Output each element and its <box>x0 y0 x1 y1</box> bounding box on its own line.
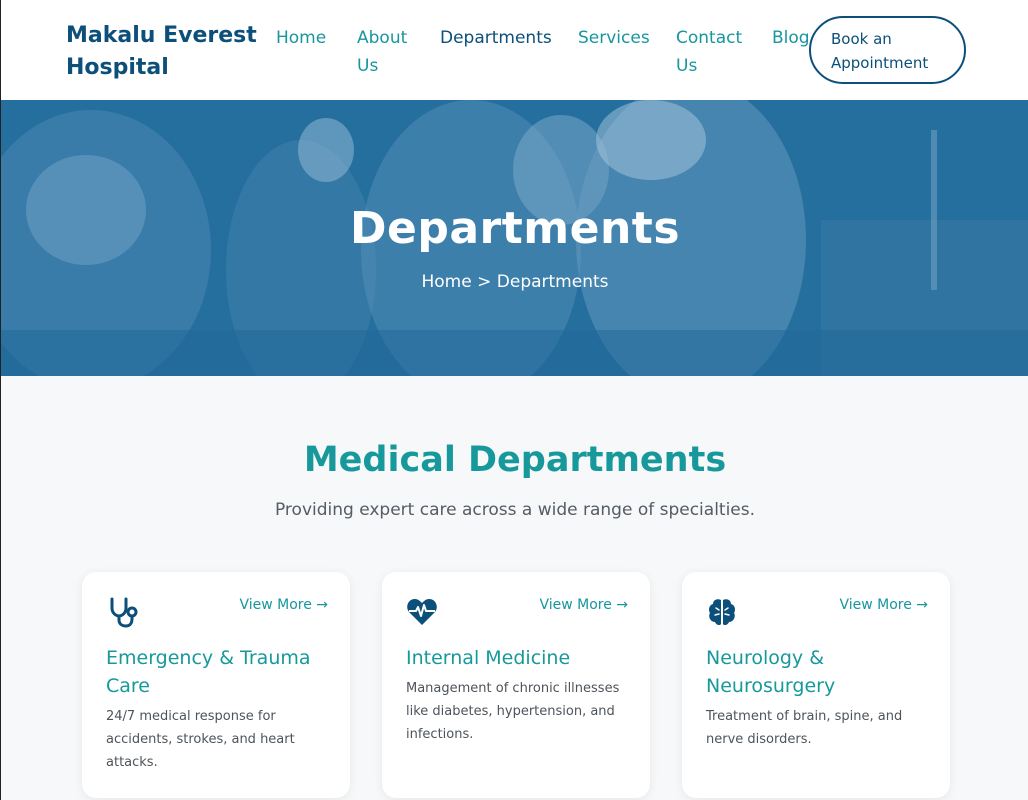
breadcrumb: Home > Departments <box>1 272 1028 292</box>
page-title: Departments <box>349 203 681 254</box>
stethoscope-icon <box>106 596 138 628</box>
view-more-link[interactable]: View More → <box>539 597 628 613</box>
department-card-internal-medicine: View More → Internal Medicine Management… <box>382 572 650 798</box>
breadcrumb-home-link[interactable]: Home <box>422 272 472 292</box>
card-description: 24/7 medical response for accidents, str… <box>106 709 295 770</box>
section-title: Medical Departments <box>303 440 727 480</box>
view-more-link[interactable]: View More → <box>839 597 928 613</box>
brain-icon <box>706 596 738 628</box>
nav-home[interactable]: Home <box>276 24 326 52</box>
hero-banner: Departments Home > Departments <box>1 100 1028 376</box>
section-subtitle: Providing expert care across a wide rang… <box>274 500 756 520</box>
breadcrumb-current: Departments <box>496 272 609 292</box>
nav-services[interactable]: Services <box>578 24 650 52</box>
card-description: Management of chronic illnesses like dia… <box>406 681 620 742</box>
book-appointment-button[interactable]: Book an Appointment <box>809 16 966 84</box>
breadcrumb-separator: > <box>477 272 492 292</box>
card-title: Internal Medicine <box>406 647 571 669</box>
department-card-emergency: View More → Emergency & Trauma Care 24/7… <box>82 572 350 798</box>
brand-logo-text[interactable]: Makalu Everest Hospital <box>66 20 266 84</box>
card-title: Neurology & Neurosurgery <box>706 647 836 697</box>
nav-departments[interactable]: Departments <box>440 24 552 52</box>
nav-contact-us[interactable]: Contact Us <box>676 24 746 80</box>
view-more-link[interactable]: View More → <box>239 597 328 613</box>
card-title: Emergency & Trauma Care <box>106 647 311 697</box>
nav-about-us[interactable]: About Us <box>357 24 417 80</box>
heartbeat-icon <box>406 596 438 628</box>
nav-blog[interactable]: Blog <box>772 24 810 52</box>
department-card-neurology: View More → Neurology & Neurosurgery Tre… <box>682 572 950 798</box>
site-header: Makalu Everest Hospital Home About Us De… <box>1 0 1028 100</box>
card-description: Treatment of brain, spine, and nerve dis… <box>706 709 903 747</box>
